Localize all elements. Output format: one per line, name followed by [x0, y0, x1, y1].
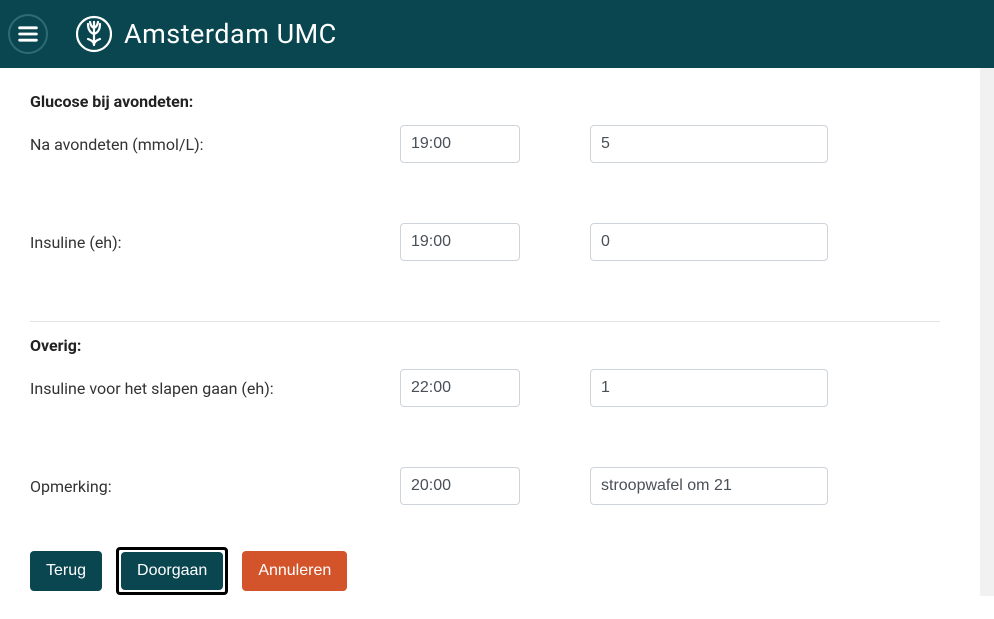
- label-after-dinner: Na avondeten (mmol/L):: [30, 125, 400, 154]
- time-input-remark[interactable]: [400, 467, 520, 505]
- cancel-button[interactable]: Annuleren: [242, 551, 347, 591]
- value-input-remark[interactable]: [590, 467, 828, 505]
- continue-button-frame: Doorgaan: [116, 547, 228, 595]
- label-insulin-dinner: Insuline (eh):: [30, 223, 400, 252]
- label-insulin-sleep: Insuline voor het slapen gaan (eh):: [30, 369, 400, 398]
- value-input-after-dinner[interactable]: [590, 125, 828, 163]
- row-insulin-sleep: Insuline voor het slapen gaan (eh):: [30, 369, 940, 407]
- row-insulin-dinner: Insuline (eh):: [30, 223, 940, 261]
- time-input-insulin-dinner[interactable]: [400, 223, 520, 261]
- scrollbar-track[interactable]: [980, 68, 994, 596]
- app-header: Amsterdam UMC: [0, 0, 994, 68]
- app-title: Amsterdam UMC: [124, 18, 337, 50]
- form-content: Glucose bij avondeten: Na avondeten (mmo…: [0, 68, 970, 619]
- back-button[interactable]: Terug: [30, 551, 102, 591]
- value-input-insulin-sleep[interactable]: [590, 369, 828, 407]
- section-title-glucose-dinner: Glucose bij avondeten:: [30, 92, 940, 111]
- time-input-after-dinner[interactable]: [400, 125, 520, 163]
- logo: Amsterdam UMC: [76, 13, 337, 55]
- button-row: Terug Doorgaan Annuleren: [30, 547, 940, 595]
- tulip-icon: [76, 13, 112, 55]
- label-remark: Opmerking:: [30, 467, 400, 496]
- section-divider: [30, 321, 940, 322]
- row-after-dinner: Na avondeten (mmol/L):: [30, 125, 940, 163]
- time-input-insulin-sleep[interactable]: [400, 369, 520, 407]
- hamburger-icon: [15, 21, 41, 47]
- menu-button[interactable]: [8, 14, 48, 54]
- continue-button[interactable]: Doorgaan: [121, 552, 223, 590]
- value-input-insulin-dinner[interactable]: [590, 223, 828, 261]
- row-remark: Opmerking:: [30, 467, 940, 505]
- section-title-other: Overig:: [30, 336, 940, 355]
